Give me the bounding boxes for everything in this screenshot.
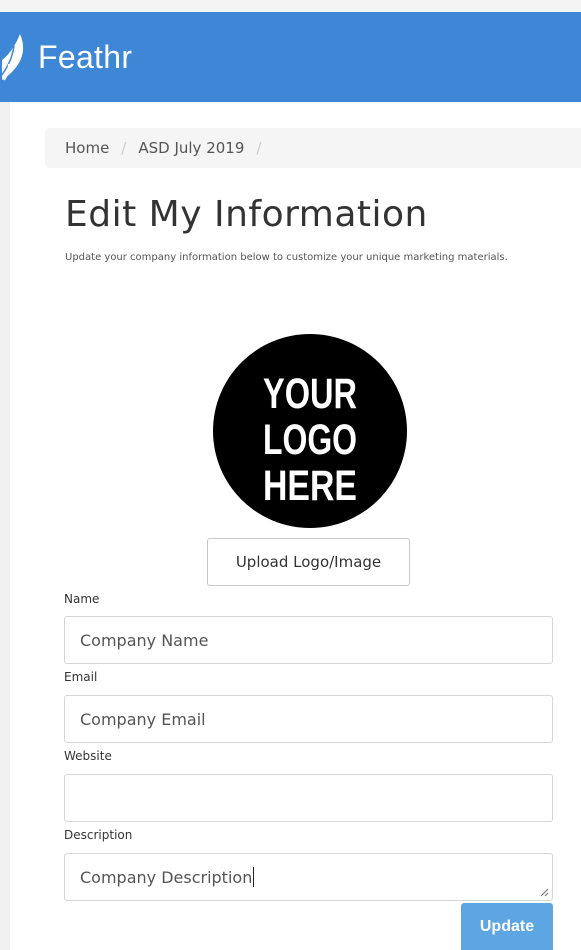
name-label: Name [64, 592, 100, 606]
text-cursor [253, 867, 255, 887]
navbar: Feathr [0, 12, 581, 102]
website-label: Website [64, 749, 112, 763]
resize-handle-icon[interactable] [539, 887, 549, 897]
breadcrumb-separator: / [121, 139, 127, 157]
brand-name: Feathr [38, 38, 133, 75]
svg-text:HERE: HERE [263, 462, 357, 510]
email-label: Email [64, 670, 98, 684]
logo-placeholder-image: YOUR LOGO HERE [263, 370, 357, 510]
email-field[interactable]: Company Email [64, 695, 553, 743]
page-title: Edit My Information [65, 194, 428, 235]
top-gap [0, 0, 581, 12]
svg-text:YOUR: YOUR [263, 370, 357, 418]
page-subtitle: Update your company information below to… [65, 252, 508, 263]
website-field[interactable] [64, 774, 553, 822]
svg-text:LOGO: LOGO [263, 416, 357, 464]
description-textarea[interactable]: Company Description [64, 853, 553, 901]
name-field-value: Company Name [80, 630, 209, 650]
feather-icon [0, 34, 24, 81]
logo-placeholder: YOUR LOGO HERE [213, 334, 407, 528]
email-field-value: Company Email [80, 709, 206, 729]
breadcrumb-item-home[interactable]: Home [65, 139, 109, 157]
breadcrumb: Home / ASD July 2019 / [45, 128, 581, 168]
description-label: Description [64, 828, 133, 842]
update-button[interactable]: Update [461, 903, 553, 950]
name-field[interactable]: Company Name [64, 616, 553, 664]
breadcrumb-item-event[interactable]: ASD July 2019 [138, 139, 244, 157]
breadcrumb-separator: / [256, 139, 262, 157]
upload-logo-button[interactable]: Upload Logo/Image [207, 538, 410, 586]
brand[interactable]: Feathr [0, 30, 132, 84]
description-field-value: Company Description [80, 867, 253, 887]
